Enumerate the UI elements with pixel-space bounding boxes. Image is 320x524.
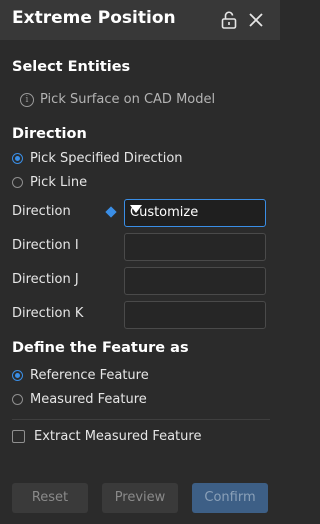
chevron-down-icon [130,205,142,213]
direction-label: Direction [12,204,71,219]
radio-label: Reference Feature [30,368,149,383]
direction-heading: Direction [12,126,87,142]
radio-selected-icon[interactable] [12,370,23,381]
radio-label: Measured Feature [30,392,147,407]
radio-pick-specified-direction[interactable]: Pick Specified Direction [12,151,183,166]
direction-select[interactable]: Customize [124,199,266,227]
title-bar: Extreme Position [0,0,280,40]
direction-j-label: Direction J [12,272,79,287]
close-icon[interactable] [246,10,266,30]
radio-unselected-icon[interactable] [12,177,23,188]
direction-i-label: Direction I [12,238,79,253]
radio-label: Pick Line [30,175,88,190]
checkbox-label: Extract Measured Feature [34,429,202,444]
radio-pick-line[interactable]: Pick Line [12,175,87,190]
required-diamond-icon [105,206,117,218]
define-feature-heading: Define the Feature as [12,340,189,356]
direction-k-label: Direction K [12,306,84,321]
radio-measured-feature[interactable]: Measured Feature [12,392,147,407]
direction-j-input[interactable] [124,267,266,295]
radio-reference-feature[interactable]: Reference Feature [12,368,149,383]
confirm-button[interactable]: Confirm [192,483,268,513]
direction-i-input[interactable] [124,233,266,261]
pick-surface-label: Pick Surface on CAD Model [40,92,216,107]
reset-button[interactable]: Reset [12,483,88,513]
extract-measured-feature-checkbox[interactable]: Extract Measured Feature [12,429,201,444]
radio-unselected-icon[interactable] [12,394,23,405]
checkbox-icon[interactable] [12,430,25,443]
direction-k-input[interactable] [124,301,266,329]
window-title: Extreme Position [12,8,176,28]
pick-surface-hint[interactable]: i Pick Surface on CAD Model [20,92,215,107]
select-entities-heading: Select Entities [12,59,131,75]
unlock-icon[interactable] [219,10,239,30]
preview-button[interactable]: Preview [102,483,178,513]
info-icon: i [20,92,34,107]
radio-selected-icon[interactable] [12,153,23,164]
divider [12,419,270,420]
radio-label: Pick Specified Direction [30,151,183,166]
